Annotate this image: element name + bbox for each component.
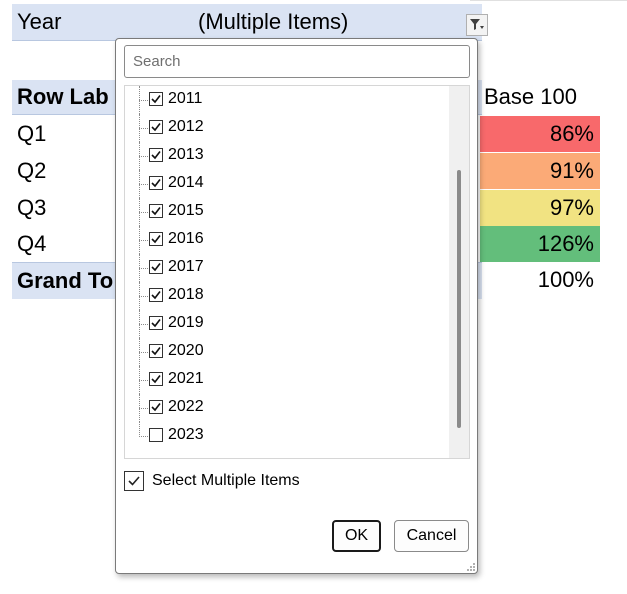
year-item-2015[interactable]: 2015: [125, 198, 435, 226]
checkmark-icon: [151, 207, 161, 216]
tree-connector: [139, 100, 148, 101]
checkmark-icon: [151, 347, 161, 356]
tree-connector: [139, 156, 148, 157]
year-checkbox[interactable]: [149, 260, 163, 274]
year-item-2023[interactable]: 2023: [125, 422, 435, 450]
year-checkbox[interactable]: [149, 344, 163, 358]
year-checkbox[interactable]: [149, 288, 163, 302]
year-item-2020[interactable]: 2020: [125, 338, 435, 366]
value-cell[interactable]: 86%: [480, 116, 600, 152]
vertical-scrollbar[interactable]: [449, 86, 469, 458]
year-item-2021[interactable]: 2021: [125, 366, 435, 394]
checkmark-icon: [151, 319, 161, 328]
year-label: 2022: [168, 398, 204, 415]
select-multiple-items-option[interactable]: Select Multiple Items: [124, 471, 424, 493]
ok-button[interactable]: OK: [332, 520, 381, 552]
select-multiple-label: Select Multiple Items: [152, 472, 300, 489]
checkmark-icon: [151, 403, 161, 412]
row-labels-header-text[interactable]: Row Lab: [17, 84, 109, 110]
checkmark-icon: [151, 95, 161, 104]
scrollbar-thumb[interactable]: [457, 170, 461, 428]
grand-total-label[interactable]: Grand To: [17, 268, 113, 294]
year-item-2013[interactable]: 2013: [125, 142, 435, 170]
year-label: 2018: [168, 286, 204, 303]
row-label[interactable]: Q1: [17, 121, 46, 147]
year-checkbox[interactable]: [149, 316, 163, 330]
year-item-2012[interactable]: 2012: [125, 114, 435, 142]
year-checkbox[interactable]: [149, 120, 163, 134]
value-field-header[interactable]: Base 100: [484, 84, 577, 110]
filter-funnel-icon: [470, 19, 484, 30]
row-label[interactable]: Q4: [17, 231, 46, 257]
year-item-2014[interactable]: 2014: [125, 170, 435, 198]
value-cell[interactable]: 126%: [480, 226, 600, 262]
tree-connector: [139, 184, 148, 185]
filter-dropdown-panel: 2011 2012 2013 2014 2015 2016 2017 2018 2019 2020…: [115, 38, 478, 574]
resize-grip-icon[interactable]: [466, 562, 476, 572]
year-item-2011[interactable]: 2011: [125, 86, 435, 114]
filter-dropdown-button[interactable]: [466, 14, 488, 36]
checkmark-icon: [151, 179, 161, 188]
report-filter-row: Year (Multiple Items): [12, 4, 488, 41]
tree-connector: [139, 352, 148, 353]
select-multiple-checkbox[interactable]: [124, 471, 144, 491]
checkmark-icon: [151, 151, 161, 160]
tree-connector: [139, 240, 148, 241]
year-label: 2014: [168, 174, 204, 191]
checkmark-icon: [151, 263, 161, 272]
tree-connector: [139, 422, 140, 437]
tree-connector: [139, 408, 148, 409]
value-cell[interactable]: 97%: [480, 190, 600, 226]
year-item-2018[interactable]: 2018: [125, 282, 435, 310]
gridline: [470, 0, 627, 1]
tree-connector: [139, 380, 148, 381]
filter-value[interactable]: (Multiple Items): [198, 9, 348, 35]
year-checkbox[interactable]: [149, 176, 163, 190]
year-label: 2021: [168, 370, 204, 387]
year-item-2016[interactable]: 2016: [125, 226, 435, 254]
year-label: 2019: [168, 314, 204, 331]
year-checkbox[interactable]: [149, 148, 163, 162]
year-checkbox[interactable]: [149, 232, 163, 246]
filter-field-label: Year: [17, 9, 62, 34]
year-label: 2015: [168, 202, 204, 219]
tree-connector: [139, 436, 148, 437]
tree-connector: [139, 296, 148, 297]
year-label: 2013: [168, 146, 204, 163]
year-label: 2012: [168, 118, 204, 135]
checkmark-icon: [151, 123, 161, 132]
year-item-list: 2011 2012 2013 2014 2015 2016 2017 2018 2019 2020…: [124, 85, 470, 459]
year-label: 2023: [168, 426, 204, 443]
grand-total-value[interactable]: 100%: [480, 262, 600, 298]
year-item-2017[interactable]: 2017: [125, 254, 435, 282]
tree-connector: [139, 128, 148, 129]
year-item-2022[interactable]: 2022: [125, 394, 435, 422]
year-item-2019[interactable]: 2019: [125, 310, 435, 338]
year-label: 2016: [168, 230, 204, 247]
checkmark-icon: [128, 476, 140, 486]
tree-connector: [139, 324, 148, 325]
year-checkbox[interactable]: [149, 400, 163, 414]
row-label[interactable]: Q3: [17, 195, 46, 221]
checkmark-icon: [151, 235, 161, 244]
checkmark-icon: [151, 291, 161, 300]
year-label: 2020: [168, 342, 204, 359]
value-cell[interactable]: 91%: [480, 153, 600, 189]
year-checkbox[interactable]: [149, 428, 163, 442]
row-label[interactable]: Q2: [17, 158, 46, 184]
year-label: 2017: [168, 258, 204, 275]
tree-connector: [139, 212, 148, 213]
year-label: 2011: [168, 90, 203, 107]
tree-connector: [139, 268, 148, 269]
year-checkbox[interactable]: [149, 204, 163, 218]
checkmark-icon: [151, 375, 161, 384]
search-input[interactable]: [124, 45, 470, 78]
year-checkbox[interactable]: [149, 92, 163, 106]
year-checkbox[interactable]: [149, 372, 163, 386]
cancel-button[interactable]: Cancel: [394, 520, 469, 552]
